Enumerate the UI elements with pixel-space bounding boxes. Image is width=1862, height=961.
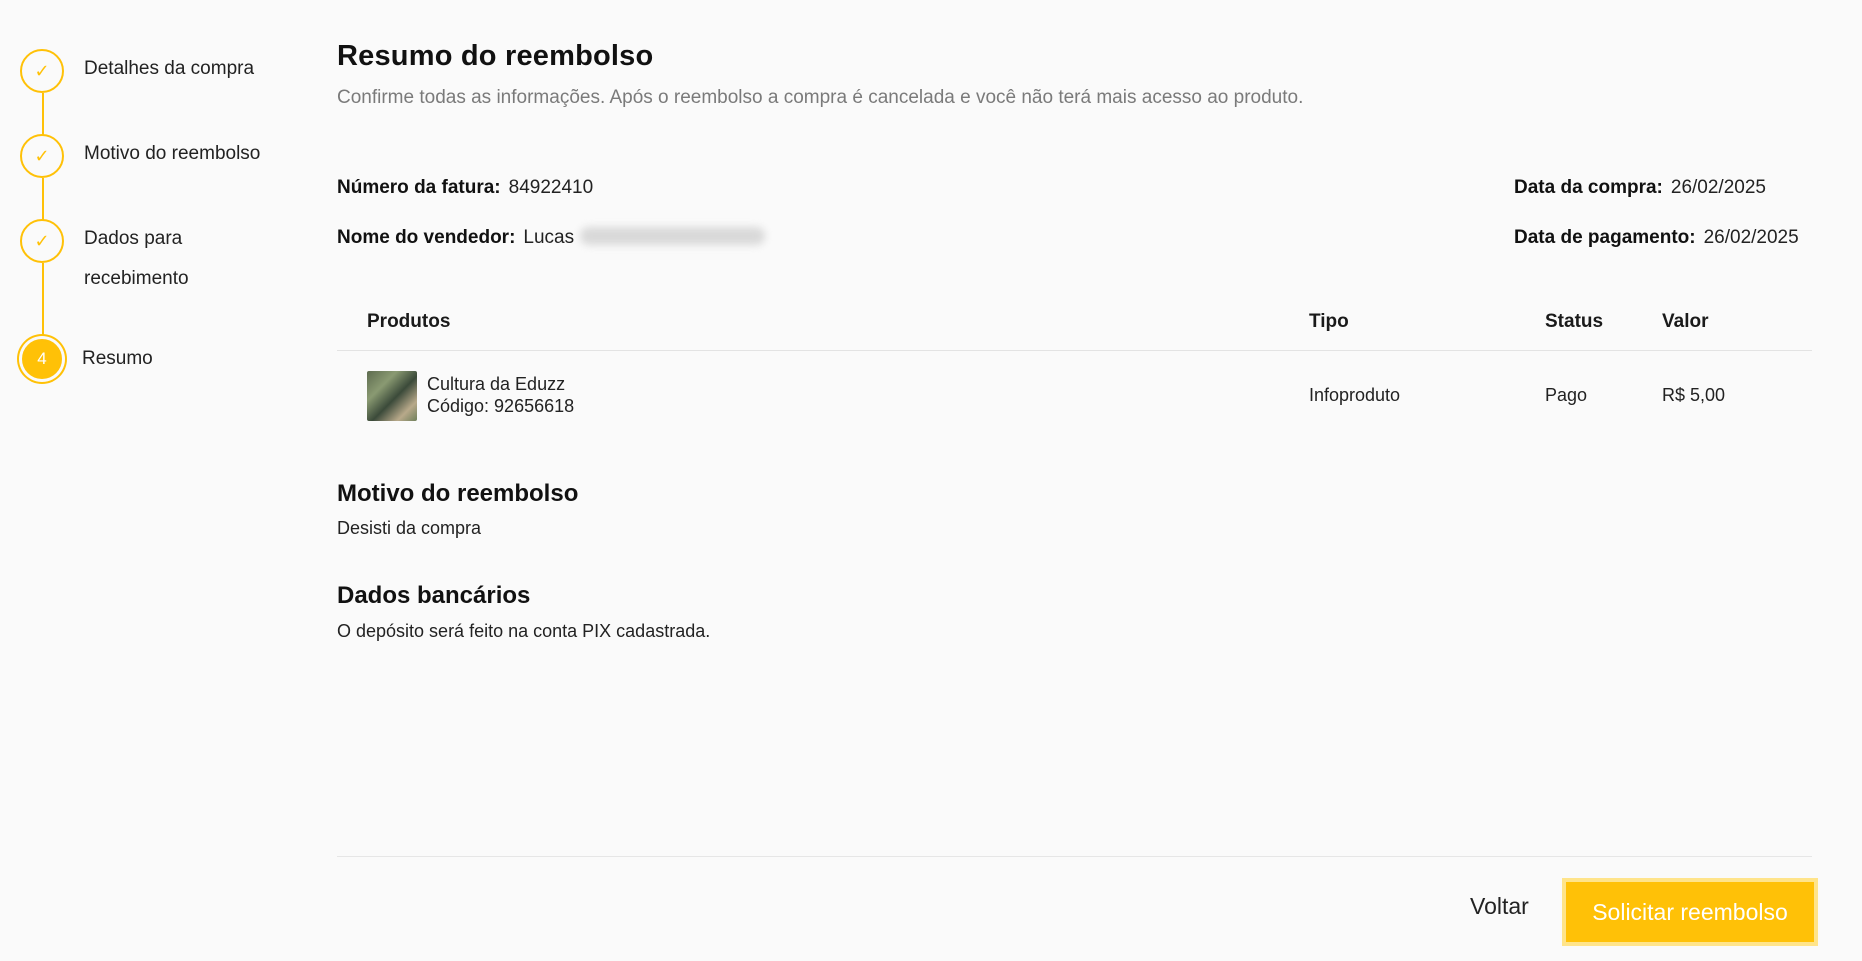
- table-header: Produtos Tipo Status Valor: [337, 295, 1812, 351]
- back-button[interactable]: Voltar: [1470, 893, 1529, 920]
- column-header-value: Valor: [1662, 311, 1709, 332]
- seller-value: Lucas: [523, 227, 575, 248]
- column-header-type: Tipo: [1309, 311, 1349, 332]
- step-summary: 4 Resumo: [20, 339, 153, 379]
- step-label: Resumo: [82, 348, 153, 369]
- product-info: Cultura da Eduzz Código: 92656618: [427, 373, 574, 417]
- reason-text: Desisti da compra: [337, 518, 482, 538]
- refund-summary-panel: Resumo do reembolso Confirme todas as in…: [337, 40, 1812, 641]
- step-connector: [42, 93, 44, 135]
- request-refund-button[interactable]: Solicitar reembolso: [1566, 882, 1814, 942]
- check-icon: ✓: [20, 49, 64, 93]
- step-refund-reason[interactable]: ✓ Motivo do reembolso: [20, 134, 260, 178]
- invoice-label: Número da fatura:: [337, 177, 501, 198]
- column-header-products: Produtos: [367, 311, 451, 332]
- step-label: Detalhes da compra: [84, 58, 255, 79]
- step-purchase-details[interactable]: ✓ Detalhes da compra: [20, 49, 254, 93]
- product-thumbnail: [367, 371, 417, 421]
- info-row-invoice: Número da fatura: 84922410 Data da compra…: [337, 177, 1812, 207]
- check-icon: ✓: [20, 219, 64, 263]
- product-type: Infoproduto: [1309, 385, 1401, 405]
- reason-section-title: Motivo do reembolso: [337, 480, 579, 507]
- step-label: Motivo do reembolso: [84, 143, 261, 164]
- check-icon: ✓: [20, 134, 64, 178]
- column-header-status: Status: [1545, 311, 1604, 332]
- product-code: Código: 92656618: [427, 396, 575, 416]
- page-subtitle: Confirme todas as informações. Após o re…: [337, 87, 1304, 108]
- invoice-value: 84922410: [508, 177, 594, 198]
- step-receiving-data[interactable]: ✓ Dados para recebimento: [20, 219, 214, 299]
- seller-label: Nome do vendedor:: [337, 227, 516, 248]
- purchase-date-label: Data da compra:: [1514, 177, 1663, 198]
- table-row: Cultura da Eduzz Código: 92656618 Infopr…: [337, 351, 1812, 439]
- payment-date-value: 26/02/2025: [1703, 227, 1799, 248]
- info-row-seller: Nome do vendedor: Lucas Data de pagamento…: [337, 227, 1812, 257]
- products-table: Produtos Tipo Status Valor Cultura da Ed…: [337, 295, 1812, 439]
- footer-divider: [337, 856, 1812, 857]
- step-connector: [42, 178, 44, 220]
- product-name: Cultura da Eduzz: [427, 374, 566, 394]
- product-status: Pago: [1545, 385, 1588, 405]
- payment-date-label: Data de pagamento:: [1514, 227, 1696, 248]
- blurred-seller-surname: [580, 227, 766, 245]
- step-number-badge: 4: [22, 339, 62, 379]
- product-value: R$ 5,00: [1662, 385, 1726, 405]
- bank-section-title: Dados bancários: [337, 582, 531, 609]
- step-label: Dados para recebimento: [84, 228, 189, 289]
- page-title: Resumo do reembolso: [337, 40, 654, 72]
- purchase-date-value: 26/02/2025: [1670, 177, 1766, 198]
- bank-text: O depósito será feito na conta PIX cadas…: [337, 621, 711, 641]
